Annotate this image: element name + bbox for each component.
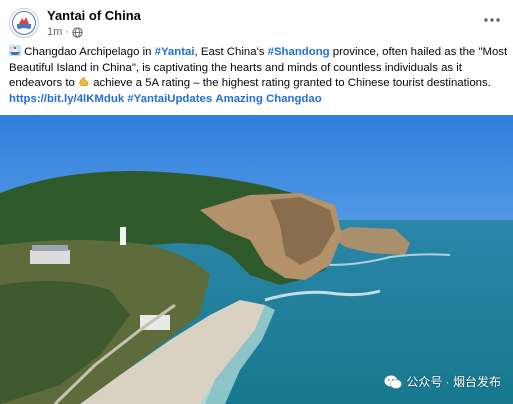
globe-icon	[72, 26, 83, 38]
flexed-arm-emoji-icon	[79, 77, 89, 87]
post-meta: 1m ·	[47, 26, 83, 38]
post-photo[interactable]: 公众号 · 烟台发布	[0, 115, 513, 404]
wechat-icon	[384, 375, 403, 389]
post-link[interactable]: https://bit.ly/4lKMduk	[9, 93, 124, 105]
post-text: Changdao Archipelago in #Yantai, East Ch…	[9, 45, 507, 107]
post-text-line-1: Changdao Archipelago in #Yantai, East Ch…	[9, 45, 507, 61]
post-text-segment: achieve a 5A rating – the highest rating…	[90, 77, 491, 89]
post-header: Yantai of China 1m ·	[0, 0, 513, 44]
post-text-segment: endeavors to	[9, 77, 79, 89]
aerial-coast-image	[0, 115, 513, 404]
post-text-line-3: endeavors to achieve a 5A rating – the h…	[9, 76, 507, 92]
page-name[interactable]: Yantai of China	[47, 8, 141, 23]
hashtag-shandong[interactable]: #Shandong	[268, 46, 330, 58]
watermark: 公众号 · 烟台发布	[384, 373, 501, 390]
post-text-segment: Changdao Archipelago in	[21, 46, 155, 58]
hashtag-yantaiupdates[interactable]: #YantaiUpdates	[127, 93, 212, 105]
post-text-segment: province, often hailed as the "Most	[329, 46, 508, 58]
ship-emoji-icon	[9, 45, 21, 56]
post-text-line-2: Beautiful Island in China", is captivati…	[9, 61, 462, 74]
meta-separator: ·	[65, 26, 69, 38]
hashtag-amazing-changdao[interactable]: Amazing Changdao	[215, 93, 321, 105]
page-avatar[interactable]	[9, 8, 39, 38]
post-text-line-4: https://bit.ly/4lKMduk #YantaiUpdates Am…	[9, 92, 507, 108]
post-text-segment: , East China's	[194, 46, 268, 58]
post-time[interactable]: 1m	[47, 26, 62, 38]
hashtag-yantai[interactable]: #Yantai	[155, 46, 195, 58]
more-options-button[interactable]	[481, 12, 503, 28]
watermark-text: 公众号 · 烟台发布	[406, 375, 501, 389]
more-horizontal-icon	[484, 18, 500, 22]
yantai-logo-icon	[11, 10, 37, 36]
